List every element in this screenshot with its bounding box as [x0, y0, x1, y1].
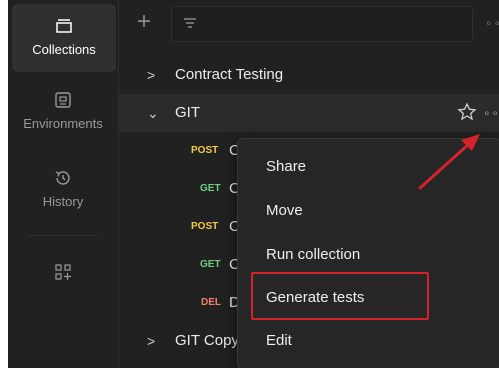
page-bottom-strip	[0, 368, 499, 372]
annotation-arrow-icon	[418, 134, 480, 190]
